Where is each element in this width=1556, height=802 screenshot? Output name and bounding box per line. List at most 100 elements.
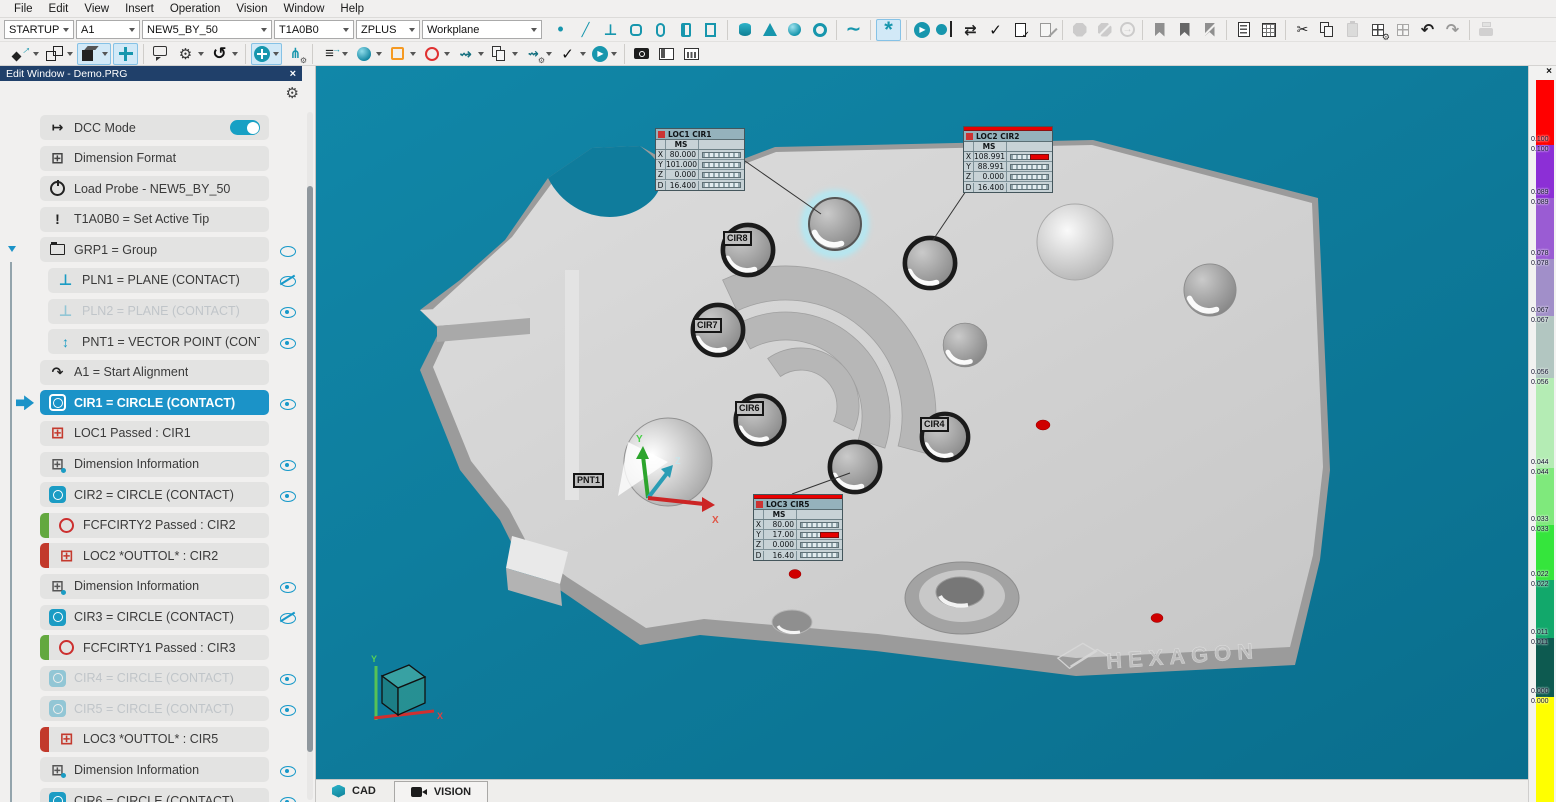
feature-tag-cir8[interactable]: CIR8: [723, 231, 752, 246]
bookmark-set-icon[interactable]: [1173, 19, 1196, 41]
cad-viewport[interactable]: HEXAGON Y Z X Y X LOC1 CIR1MSX80.000Y101…: [316, 66, 1528, 779]
scrollbar-thumb[interactable]: [307, 186, 313, 752]
torus-feature-icon[interactable]: [808, 19, 831, 41]
command-cir5-circle-contact[interactable]: CIR5 = CIRCLE (CONTACT): [40, 696, 269, 721]
eye-open-icon[interactable]: [279, 395, 296, 410]
graphic-window-toggle-icon[interactable]: [680, 43, 703, 65]
toolbar-select-zplus[interactable]: ZPLUS: [356, 20, 420, 39]
probe-vector-icon[interactable]: [9, 43, 41, 65]
eye-slash-icon[interactable]: [279, 610, 296, 625]
redo-icon[interactable]: [1441, 19, 1464, 41]
dimension-label-loc1-cir1[interactable]: LOC1 CIR1MSX80.000Y101.000Z0.000D16.400: [655, 128, 745, 191]
sidebar-scrollbar[interactable]: [307, 112, 313, 800]
command-loc2-outtol-cir2[interactable]: LOC2 *OUTTOL* : CIR2: [40, 543, 269, 568]
command-pln1-plane-contact[interactable]: PLN1 = PLANE (CONTACT): [48, 268, 269, 293]
eye-open-icon[interactable]: [279, 671, 296, 686]
eye-outline-icon[interactable]: [279, 242, 296, 257]
eye-slash-icon[interactable]: [279, 273, 296, 288]
eye-open-icon[interactable]: [279, 793, 296, 802]
measure-path-icon[interactable]: [454, 43, 486, 65]
rotate-view-icon[interactable]: [208, 43, 240, 65]
doc-edit-icon[interactable]: [1034, 19, 1057, 41]
command-fcfcirty2-passed-cir2[interactable]: FCFCIRTY2 Passed : CIR2: [40, 513, 269, 538]
dcc-mode-toggle[interactable]: [230, 120, 260, 135]
collapse-caret-icon[interactable]: [8, 246, 16, 252]
cylinder-feature-icon[interactable]: [733, 19, 756, 41]
line-feature-icon[interactable]: [574, 19, 597, 41]
feature-tag-cir4[interactable]: CIR4: [920, 417, 949, 432]
copy-pattern-icon[interactable]: [488, 43, 520, 65]
command-cir6-circle-contact[interactable]: CIR6 = CIRCLE (CONTACT): [40, 788, 269, 802]
command-cir3-circle-contact[interactable]: CIR3 = CIRCLE (CONTACT): [40, 605, 269, 630]
menu-insert[interactable]: Insert: [117, 3, 162, 15]
stop-icon[interactable]: [1068, 19, 1091, 41]
command-loc1-passed-cir1[interactable]: LOC1 Passed : CIR1: [40, 421, 269, 446]
view-solid-icon[interactable]: [77, 43, 111, 65]
eye-open-icon[interactable]: [279, 762, 296, 777]
command-load-probe-new5-by-50[interactable]: Load Probe - NEW5_BY_50: [40, 176, 269, 201]
loop-execute-icon[interactable]: [959, 19, 982, 41]
sphere-feature-icon[interactable]: [783, 19, 806, 41]
command-loc3-outtol-cir5[interactable]: LOC3 *OUTTOL* : CIR5: [40, 727, 269, 752]
point-feature-icon[interactable]: [549, 19, 572, 41]
command-fcfcirty1-passed-cir3[interactable]: FCFCIRTY1 Passed : CIR3: [40, 635, 269, 660]
eye-open-icon[interactable]: [279, 304, 296, 319]
eye-open-icon[interactable]: [279, 487, 296, 502]
rectangle-feature-icon[interactable]: [699, 19, 722, 41]
bookmark-icon[interactable]: [1148, 19, 1171, 41]
bookmark-clear-icon[interactable]: [1198, 19, 1221, 41]
command-cir4-circle-contact[interactable]: CIR4 = CIRCLE (CONTACT): [40, 666, 269, 691]
toolbar-select-new5-by-50[interactable]: NEW5_BY_50: [142, 20, 272, 39]
optimization-gears-icon[interactable]: [174, 43, 206, 65]
command-pnt1-vector-point-contac[interactable]: PNT1 = VECTOR POINT (CONTAC: [48, 329, 269, 354]
sphere-view-icon[interactable]: [352, 43, 384, 65]
edit-window-titlebar[interactable]: Edit Window - Demo.PRG ×: [0, 66, 302, 81]
copy-icon[interactable]: [1316, 19, 1339, 41]
toolbar-select-t1a0b0[interactable]: T1A0B0: [274, 20, 354, 39]
stop-cancel-icon[interactable]: [1093, 19, 1116, 41]
command-dimension-information[interactable]: Dimension Information: [40, 574, 269, 599]
toolbar-select-a1[interactable]: A1: [76, 20, 140, 39]
feature-tag-cir6[interactable]: CIR6: [735, 401, 764, 416]
print-icon[interactable]: [1475, 19, 1498, 41]
command-dimension-information[interactable]: Dimension Information: [40, 452, 269, 477]
report-window-toggle-icon[interactable]: [655, 43, 678, 65]
cone-feature-icon[interactable]: [758, 19, 781, 41]
menu-operation[interactable]: Operation: [162, 3, 229, 15]
mark-check-icon[interactable]: [984, 19, 1007, 41]
eye-open-icon[interactable]: [279, 334, 296, 349]
eye-open-icon[interactable]: [279, 457, 296, 472]
menu-edit[interactable]: Edit: [41, 3, 77, 15]
round-slot-feature-icon[interactable]: [649, 19, 672, 41]
tab-vision[interactable]: VISION: [394, 781, 488, 802]
command-a1-start-alignment[interactable]: A1 = Start Alignment: [40, 360, 269, 385]
menu-window[interactable]: Window: [275, 3, 332, 15]
pattern-icon[interactable]: [1391, 19, 1414, 41]
command-cir1-circle-contact[interactable]: CIR1 = CIRCLE (CONTACT): [40, 390, 269, 415]
menu-vision[interactable]: Vision: [228, 3, 275, 15]
feature-tag-pnt1[interactable]: PNT1: [573, 473, 604, 488]
square-slot-feature-icon[interactable]: [674, 19, 697, 41]
probe-options-icon[interactable]: [284, 43, 307, 65]
feature-list-icon[interactable]: [318, 43, 350, 65]
execute-icon[interactable]: [912, 19, 932, 41]
menu-file[interactable]: File: [6, 3, 41, 15]
gear-icon[interactable]: [286, 84, 299, 102]
command-t1a0b0-set-active-tip[interactable]: T1A0B0 = Set Active Tip: [40, 207, 269, 232]
command-dcc-mode[interactable]: DCC Mode: [40, 115, 269, 140]
command-dimension-format[interactable]: Dimension Format: [40, 146, 269, 171]
eye-open-icon[interactable]: [279, 701, 296, 716]
command-pln2-plane-contact[interactable]: PLN2 = PLANE (CONTACT): [48, 299, 269, 324]
command-grp1-group[interactable]: GRP1 = Group: [40, 237, 269, 262]
eye-open-icon[interactable]: [279, 579, 296, 594]
toolbar-select-workplane[interactable]: Workplane: [422, 20, 542, 39]
readout-window-icon[interactable]: [386, 43, 418, 65]
undo-icon[interactable]: [1416, 19, 1439, 41]
command-dimension-information[interactable]: Dimension Information: [40, 757, 269, 782]
feature-tag-cir7[interactable]: CIR7: [693, 318, 722, 333]
execute-from-icon[interactable]: [934, 19, 957, 41]
dimension-label-loc2-cir2[interactable]: LOC2 CIR2MSX108.991Y88.991Z0.000D16.400: [963, 126, 1053, 193]
report-grid-icon[interactable]: [1257, 19, 1280, 41]
toolbar-select-startup[interactable]: STARTUP: [4, 20, 74, 39]
close-icon[interactable]: ×: [290, 68, 296, 80]
